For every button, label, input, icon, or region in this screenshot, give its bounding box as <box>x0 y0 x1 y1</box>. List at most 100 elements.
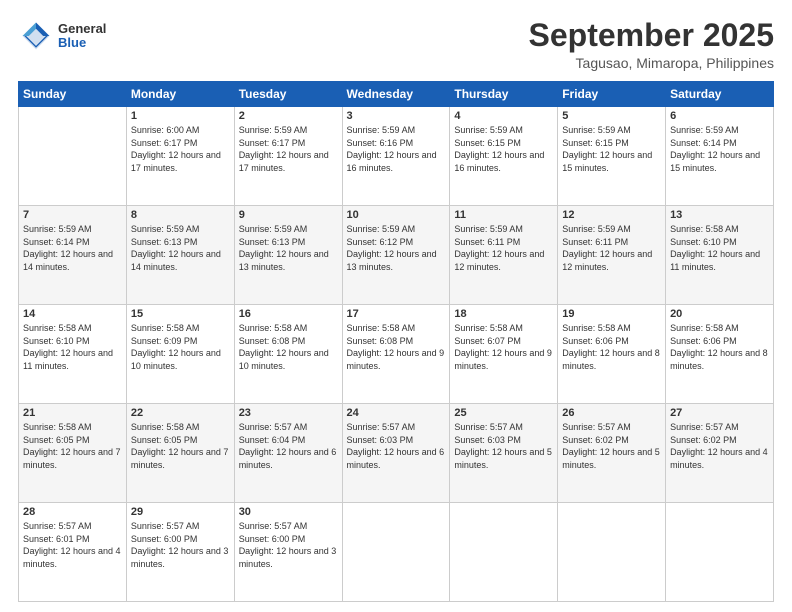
day-number: 5 <box>562 110 661 122</box>
day-info: Sunrise: 5:59 AMSunset: 6:16 PMDaylight:… <box>347 125 437 173</box>
week-row-2: 7 Sunrise: 5:59 AMSunset: 6:14 PMDayligh… <box>19 206 774 305</box>
day-info: Sunrise: 5:58 AMSunset: 6:10 PMDaylight:… <box>23 323 113 371</box>
day-number: 25 <box>454 407 553 419</box>
day-number: 1 <box>131 110 230 122</box>
day-info: Sunrise: 5:57 AMSunset: 6:00 PMDaylight:… <box>131 521 229 569</box>
day-info: Sunrise: 5:59 AMSunset: 6:13 PMDaylight:… <box>131 224 221 272</box>
header: General Blue September 2025 Tagusao, Mim… <box>18 18 774 71</box>
table-cell: 9 Sunrise: 5:59 AMSunset: 6:13 PMDayligh… <box>234 206 342 305</box>
table-cell: 23 Sunrise: 5:57 AMSunset: 6:04 PMDaylig… <box>234 404 342 503</box>
logo: General Blue <box>18 18 106 54</box>
table-cell: 16 Sunrise: 5:58 AMSunset: 6:08 PMDaylig… <box>234 305 342 404</box>
day-info: Sunrise: 5:57 AMSunset: 6:03 PMDaylight:… <box>454 422 552 470</box>
table-cell: 14 Sunrise: 5:58 AMSunset: 6:10 PMDaylig… <box>19 305 127 404</box>
day-info: Sunrise: 5:58 AMSunset: 6:10 PMDaylight:… <box>670 224 760 272</box>
day-info: Sunrise: 5:59 AMSunset: 6:13 PMDaylight:… <box>239 224 329 272</box>
day-info: Sunrise: 5:58 AMSunset: 6:08 PMDaylight:… <box>347 323 445 371</box>
col-thursday: Thursday <box>450 82 558 107</box>
day-info: Sunrise: 5:59 AMSunset: 6:15 PMDaylight:… <box>562 125 652 173</box>
week-row-1: 1 Sunrise: 6:00 AMSunset: 6:17 PMDayligh… <box>19 107 774 206</box>
page: General Blue September 2025 Tagusao, Mim… <box>0 0 792 612</box>
table-cell <box>558 503 666 602</box>
table-cell: 8 Sunrise: 5:59 AMSunset: 6:13 PMDayligh… <box>126 206 234 305</box>
day-number: 28 <box>23 506 122 518</box>
table-cell: 21 Sunrise: 5:58 AMSunset: 6:05 PMDaylig… <box>19 404 127 503</box>
col-friday: Friday <box>558 82 666 107</box>
day-info: Sunrise: 5:58 AMSunset: 6:05 PMDaylight:… <box>131 422 229 470</box>
table-cell: 22 Sunrise: 5:58 AMSunset: 6:05 PMDaylig… <box>126 404 234 503</box>
day-info: Sunrise: 5:58 AMSunset: 6:08 PMDaylight:… <box>239 323 329 371</box>
logo-blue-label: Blue <box>58 36 106 50</box>
day-number: 17 <box>347 308 446 320</box>
col-saturday: Saturday <box>666 82 774 107</box>
table-cell: 13 Sunrise: 5:58 AMSunset: 6:10 PMDaylig… <box>666 206 774 305</box>
day-number: 3 <box>347 110 446 122</box>
table-cell: 5 Sunrise: 5:59 AMSunset: 6:15 PMDayligh… <box>558 107 666 206</box>
day-info: Sunrise: 5:59 AMSunset: 6:11 PMDaylight:… <box>454 224 544 272</box>
title-block: September 2025 Tagusao, Mimaropa, Philip… <box>529 18 774 71</box>
table-cell: 24 Sunrise: 5:57 AMSunset: 6:03 PMDaylig… <box>342 404 450 503</box>
calendar-table: Sunday Monday Tuesday Wednesday Thursday… <box>18 81 774 602</box>
day-info: Sunrise: 5:59 AMSunset: 6:17 PMDaylight:… <box>239 125 329 173</box>
day-number: 26 <box>562 407 661 419</box>
day-number: 13 <box>670 209 769 221</box>
table-cell: 29 Sunrise: 5:57 AMSunset: 6:00 PMDaylig… <box>126 503 234 602</box>
table-cell: 10 Sunrise: 5:59 AMSunset: 6:12 PMDaylig… <box>342 206 450 305</box>
week-row-4: 21 Sunrise: 5:58 AMSunset: 6:05 PMDaylig… <box>19 404 774 503</box>
day-info: Sunrise: 5:57 AMSunset: 6:03 PMDaylight:… <box>347 422 445 470</box>
day-number: 6 <box>670 110 769 122</box>
day-info: Sunrise: 5:57 AMSunset: 6:00 PMDaylight:… <box>239 521 337 569</box>
logo-general-label: General <box>58 22 106 36</box>
calendar-header-row: Sunday Monday Tuesday Wednesday Thursday… <box>19 82 774 107</box>
table-cell <box>450 503 558 602</box>
table-cell <box>666 503 774 602</box>
day-number: 22 <box>131 407 230 419</box>
day-number: 2 <box>239 110 338 122</box>
table-cell: 7 Sunrise: 5:59 AMSunset: 6:14 PMDayligh… <box>19 206 127 305</box>
table-cell: 11 Sunrise: 5:59 AMSunset: 6:11 PMDaylig… <box>450 206 558 305</box>
logo-icon <box>18 18 54 54</box>
day-info: Sunrise: 5:58 AMSunset: 6:06 PMDaylight:… <box>670 323 768 371</box>
day-number: 24 <box>347 407 446 419</box>
col-monday: Monday <box>126 82 234 107</box>
table-cell: 25 Sunrise: 5:57 AMSunset: 6:03 PMDaylig… <box>450 404 558 503</box>
table-cell: 20 Sunrise: 5:58 AMSunset: 6:06 PMDaylig… <box>666 305 774 404</box>
table-cell: 15 Sunrise: 5:58 AMSunset: 6:09 PMDaylig… <box>126 305 234 404</box>
day-number: 27 <box>670 407 769 419</box>
table-cell: 2 Sunrise: 5:59 AMSunset: 6:17 PMDayligh… <box>234 107 342 206</box>
day-number: 16 <box>239 308 338 320</box>
day-number: 19 <box>562 308 661 320</box>
table-cell: 30 Sunrise: 5:57 AMSunset: 6:00 PMDaylig… <box>234 503 342 602</box>
day-info: Sunrise: 5:58 AMSunset: 6:06 PMDaylight:… <box>562 323 660 371</box>
day-number: 18 <box>454 308 553 320</box>
day-number: 20 <box>670 308 769 320</box>
day-info: Sunrise: 5:58 AMSunset: 6:09 PMDaylight:… <box>131 323 221 371</box>
day-info: Sunrise: 5:57 AMSunset: 6:02 PMDaylight:… <box>562 422 660 470</box>
day-number: 12 <box>562 209 661 221</box>
day-number: 10 <box>347 209 446 221</box>
day-info: Sunrise: 5:57 AMSunset: 6:01 PMDaylight:… <box>23 521 121 569</box>
day-number: 23 <box>239 407 338 419</box>
table-cell: 26 Sunrise: 5:57 AMSunset: 6:02 PMDaylig… <box>558 404 666 503</box>
day-number: 29 <box>131 506 230 518</box>
day-info: Sunrise: 6:00 AMSunset: 6:17 PMDaylight:… <box>131 125 221 173</box>
table-cell <box>342 503 450 602</box>
day-number: 21 <box>23 407 122 419</box>
table-cell: 18 Sunrise: 5:58 AMSunset: 6:07 PMDaylig… <box>450 305 558 404</box>
day-number: 9 <box>239 209 338 221</box>
col-tuesday: Tuesday <box>234 82 342 107</box>
col-sunday: Sunday <box>19 82 127 107</box>
table-cell: 1 Sunrise: 6:00 AMSunset: 6:17 PMDayligh… <box>126 107 234 206</box>
day-number: 14 <box>23 308 122 320</box>
day-info: Sunrise: 5:59 AMSunset: 6:12 PMDaylight:… <box>347 224 437 272</box>
day-info: Sunrise: 5:58 AMSunset: 6:05 PMDaylight:… <box>23 422 121 470</box>
table-cell: 19 Sunrise: 5:58 AMSunset: 6:06 PMDaylig… <box>558 305 666 404</box>
day-info: Sunrise: 5:57 AMSunset: 6:02 PMDaylight:… <box>670 422 768 470</box>
table-cell: 6 Sunrise: 5:59 AMSunset: 6:14 PMDayligh… <box>666 107 774 206</box>
day-info: Sunrise: 5:57 AMSunset: 6:04 PMDaylight:… <box>239 422 337 470</box>
day-info: Sunrise: 5:59 AMSunset: 6:11 PMDaylight:… <box>562 224 652 272</box>
day-number: 11 <box>454 209 553 221</box>
col-wednesday: Wednesday <box>342 82 450 107</box>
table-cell: 28 Sunrise: 5:57 AMSunset: 6:01 PMDaylig… <box>19 503 127 602</box>
logo-text: General Blue <box>58 22 106 51</box>
